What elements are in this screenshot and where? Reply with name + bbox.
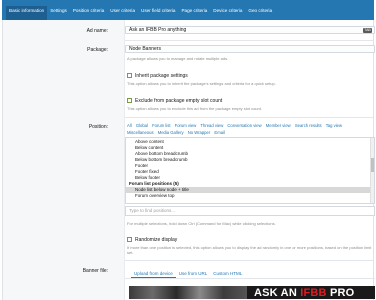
inherit-package-explain: This option allows you to inherit the pa… xyxy=(127,81,276,86)
inherit-package-checkbox[interactable] xyxy=(127,73,132,78)
position-quick-links-row2: Miscellaneous Media Gallery No Wrapper E… xyxy=(127,130,228,135)
position-filter-input[interactable]: Type to find positions... xyxy=(125,206,375,216)
scrollbar-thumb[interactable] xyxy=(370,158,374,172)
tab-page-criteria[interactable]: Page criteria xyxy=(178,6,210,20)
quick-link-thread-view[interactable]: Thread view xyxy=(200,123,223,128)
position-option[interactable]: Forum overview top xyxy=(126,193,374,199)
position-listbox[interactable]: Above content Below content Above bottom… xyxy=(125,137,375,204)
banner-file-label: Banner file: xyxy=(82,268,108,274)
tab-bar: Basic information Settings Position crit… xyxy=(2,0,374,20)
randomize-display-label: Randomize display xyxy=(135,237,178,243)
tab-basic-information[interactable]: Basic information xyxy=(6,6,48,20)
package-select-value: Node Banners xyxy=(129,46,161,52)
tab-user-criteria[interactable]: User criteria xyxy=(107,6,138,20)
randomize-display-checkbox[interactable] xyxy=(127,237,132,242)
inherit-package-label: Inherit package settings xyxy=(135,73,188,79)
tab-settings[interactable]: Settings xyxy=(47,6,70,20)
quick-link-member-view[interactable]: Member view xyxy=(266,123,291,128)
ad-name-value: Ask an IFBB Pro anything xyxy=(129,27,187,33)
quick-link-media-gallery[interactable]: Media Gallery xyxy=(158,130,184,135)
quick-link-miscellaneous[interactable]: Miscellaneous xyxy=(127,130,154,135)
position-explain: For multiple selections, hold down Ctrl … xyxy=(127,221,276,226)
subtab-upload-from-device[interactable]: Upload from device xyxy=(131,270,176,278)
tab-geo-criteria[interactable]: Geo criteria xyxy=(245,6,275,20)
quick-link-email[interactable]: Email xyxy=(214,130,224,135)
separator xyxy=(125,40,373,41)
quick-link-global[interactable]: Global xyxy=(136,123,148,128)
subtab-custom-html[interactable]: Custom HTML xyxy=(210,270,245,278)
tab-position-criteria[interactable]: Position criteria xyxy=(70,6,107,20)
banner-preview-image: ASK AN IFBB PRO xyxy=(129,286,375,299)
exclude-empty-slot-checkbox[interactable] xyxy=(127,98,132,103)
quick-link-all[interactable]: All xyxy=(127,123,132,128)
tab-user-field-criteria[interactable]: User field criteria xyxy=(138,6,178,20)
position-label: Position: xyxy=(88,124,108,130)
quick-link-search-results[interactable]: Search results xyxy=(295,123,322,128)
package-label: Package: xyxy=(87,47,108,53)
exclude-empty-slot-explain: This option allows you to exclude this a… xyxy=(127,106,262,111)
quick-link-conversation-view[interactable]: Conversation view xyxy=(227,123,261,128)
quick-link-forum-view[interactable]: Forum view xyxy=(175,123,197,128)
quick-link-no-wrapper[interactable]: No Wrapper xyxy=(188,130,211,135)
ad-name-input[interactable]: Ask an IFBB Pro anything TAB xyxy=(125,26,375,34)
ad-name-label: Ad name: xyxy=(86,28,108,34)
banner-source-tabs: Upload from device Use from URL Custom H… xyxy=(131,270,245,278)
subtab-underline xyxy=(125,278,375,279)
exclude-empty-slot-label: Exclude from package empty slot count xyxy=(135,98,223,104)
tab-badge: TAB xyxy=(363,28,372,33)
banner-photo xyxy=(129,286,247,299)
quick-link-tag-view[interactable]: Tag view xyxy=(326,123,342,128)
separator xyxy=(125,117,373,118)
label-column-background xyxy=(3,20,125,300)
subtab-use-from-url[interactable]: Use from URL xyxy=(176,270,211,278)
package-select[interactable]: Node Banners xyxy=(125,45,375,53)
ad-form: Ad name: Ask an IFBB Pro anything TAB Pa… xyxy=(2,20,375,300)
package-explain: A package allows you to manage and rotat… xyxy=(127,56,229,61)
tab-device-criteria[interactable]: Device criteria xyxy=(210,6,245,20)
separator xyxy=(125,260,373,261)
randomize-display-explain: If more than one position is selected, t… xyxy=(127,245,372,255)
banner-headline: ASK AN IFBB PRO xyxy=(254,287,355,299)
quick-link-forum-list[interactable]: Forum list xyxy=(152,123,170,128)
position-quick-links: All Global Forum list Forum view Thread … xyxy=(127,123,345,128)
listbox-scrollbar[interactable] xyxy=(370,138,374,203)
